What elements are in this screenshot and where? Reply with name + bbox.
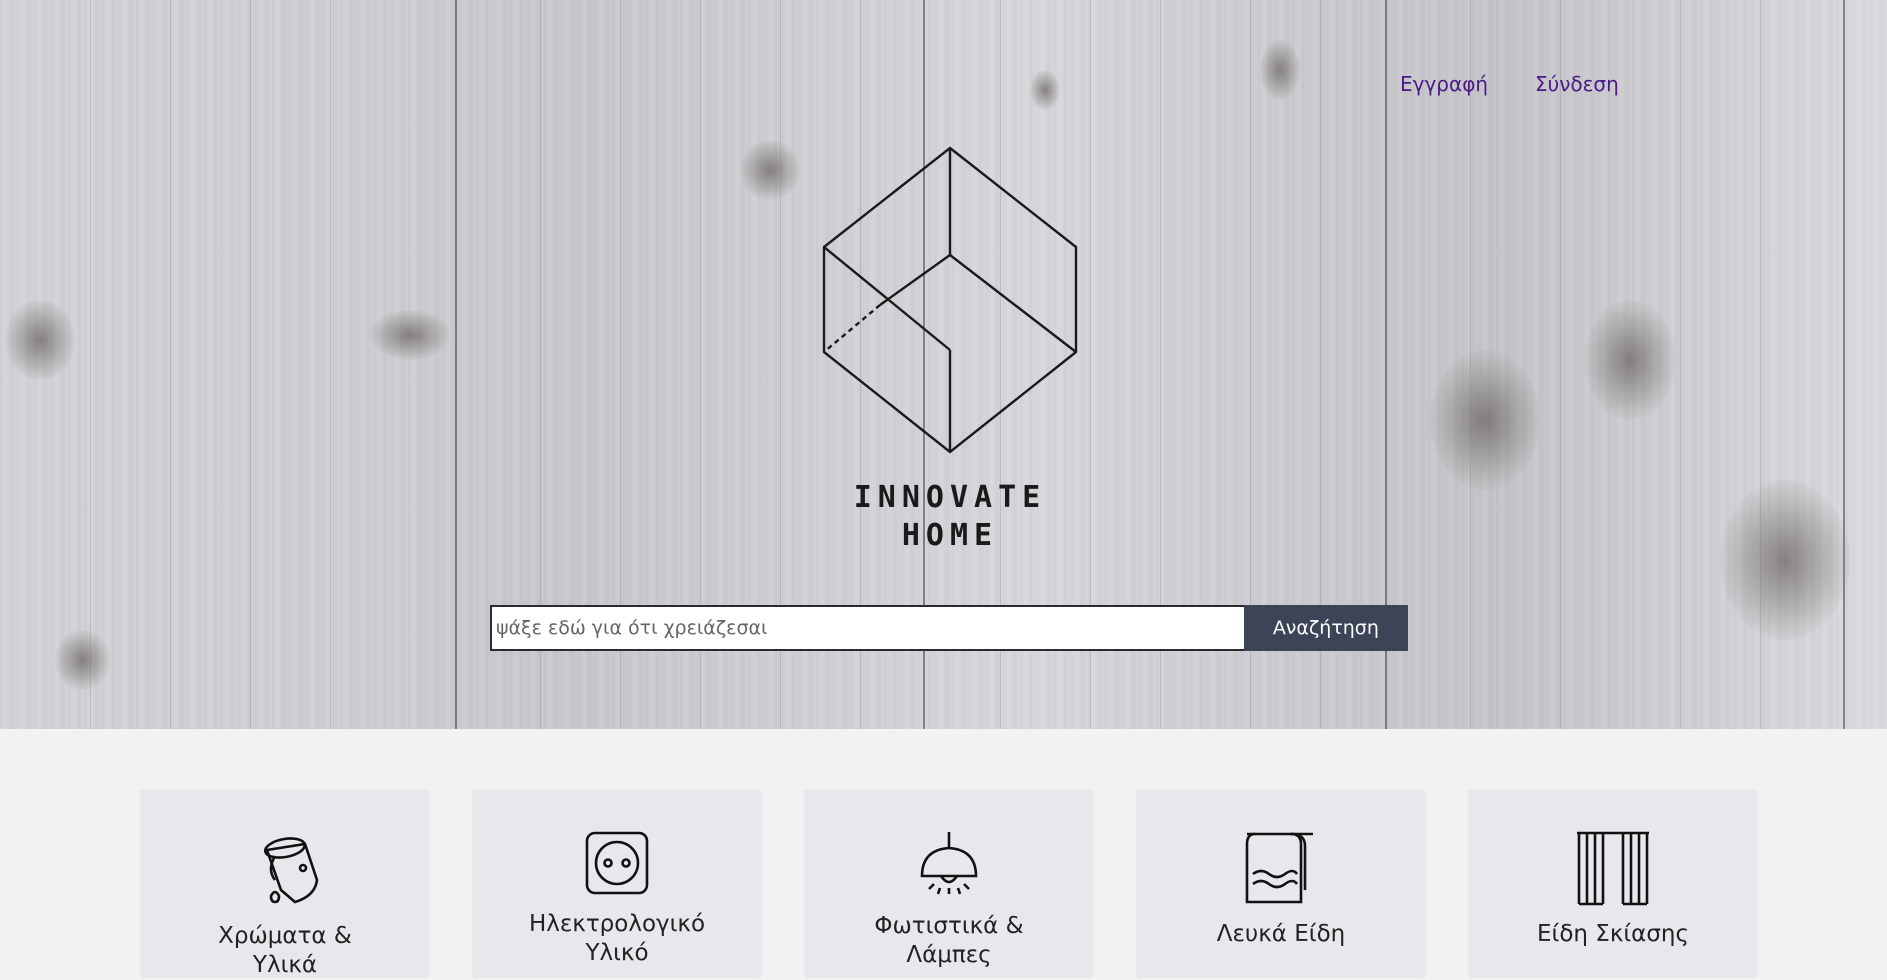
register-link[interactable]: Εγγραφή xyxy=(1400,72,1488,96)
category-label: Λάμπες xyxy=(906,942,992,968)
curtains-icon xyxy=(1577,831,1649,906)
logo-text-line2: HOME xyxy=(901,518,999,553)
ceiling-lamp-icon xyxy=(920,832,978,895)
wood-knot xyxy=(740,140,800,200)
search-input[interactable] xyxy=(490,605,1244,651)
category-label: Ηλεκτρολογικό xyxy=(528,911,706,937)
wood-knot xyxy=(1430,350,1540,490)
paint-bucket-icon xyxy=(263,837,319,904)
wood-knot xyxy=(1585,300,1675,420)
category-card-shading[interactable]: Είδη Σκίασης xyxy=(1469,790,1757,976)
category-label: Χρώματα & xyxy=(218,923,352,949)
category-label: Λευκά Είδη xyxy=(1216,921,1346,947)
category-card-lighting[interactable]: Φωτιστικά & Λάμπες xyxy=(805,790,1093,976)
hero-banner: Εγγραφή Σύνδεση INNOVATE HOME Αναζήτηση xyxy=(0,0,1887,729)
power-socket-icon xyxy=(585,831,649,895)
wood-knot xyxy=(370,310,450,360)
logo-cube-icon xyxy=(822,146,1078,454)
wood-knot xyxy=(1260,40,1300,100)
category-card-electrical[interactable]: Ηλεκτρολογικό Υλικό xyxy=(473,790,761,976)
wood-knot xyxy=(55,630,110,690)
category-card-linens[interactable]: Λευκά Είδη xyxy=(1137,790,1425,976)
search-bar: Αναζήτηση xyxy=(490,605,1408,651)
category-label: Υλικό xyxy=(585,940,649,966)
login-link[interactable]: Σύνδεση xyxy=(1535,72,1619,96)
category-label: Φωτιστικά & xyxy=(874,913,1024,939)
logo-text-line1: INNOVATE xyxy=(853,480,1047,515)
wood-knot xyxy=(1030,70,1060,110)
wood-knot xyxy=(1720,480,1850,640)
towel-icon xyxy=(1245,832,1313,904)
plank-divider xyxy=(1843,0,1845,729)
plank-divider xyxy=(455,0,457,729)
category-label: Είδη Σκίασης xyxy=(1537,921,1689,947)
wood-knot xyxy=(5,300,75,380)
search-button[interactable]: Αναζήτηση xyxy=(1243,605,1408,651)
category-card-paints[interactable]: Χρώματα & Υλικά xyxy=(141,790,429,978)
